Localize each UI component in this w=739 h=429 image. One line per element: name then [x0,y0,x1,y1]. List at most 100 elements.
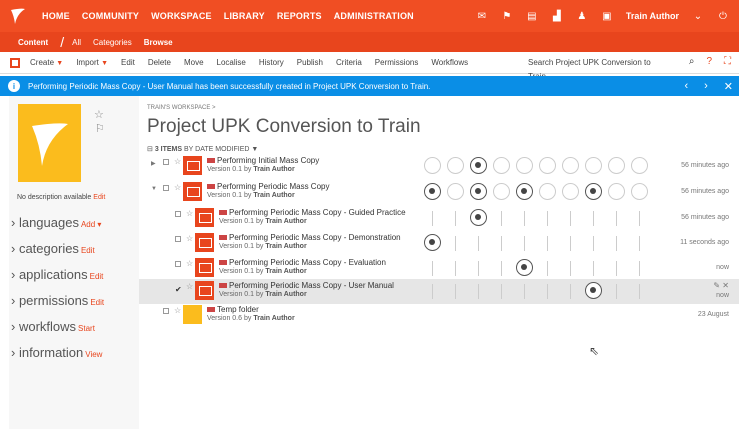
collapse-icon[interactable]: ▼ [151,186,157,192]
eye-icon[interactable] [424,157,441,174]
user-name[interactable]: Train Author [626,11,679,21]
target-icon[interactable] [470,157,487,174]
nav-workspace[interactable]: WORKSPACE [145,11,218,21]
list-item[interactable]: ☆ Performing Periodic Mass Copy - Guided… [139,206,739,231]
star-icon[interactable]: ☆ [186,234,193,243]
languages-add-link[interactable]: Add ▾ [81,220,101,229]
book-icon[interactable] [493,183,510,200]
item-name[interactable]: Performing Periodic Mass Copy - Guided P… [219,208,406,217]
nav-community[interactable]: COMMUNITY [76,11,145,21]
localise-button[interactable]: Localise [217,58,246,67]
target-icon[interactable] [470,209,487,226]
clock-icon[interactable] [562,157,579,174]
star-icon[interactable]: ☆ [186,209,193,218]
content-link[interactable]: Content [18,38,48,47]
item-name[interactable]: Performing Periodic Mass Copy - User Man… [219,281,394,290]
item-name[interactable]: Performing Initial Mass Copy [207,156,319,165]
hand-icon[interactable] [447,157,464,174]
star-icon[interactable]: ☆ [174,306,181,315]
star-icon[interactable]: ☆ [174,183,181,192]
hand-icon[interactable] [447,183,464,200]
breadcrumb[interactable]: TRAIN'S WORKSPACE > [147,105,216,111]
chart-icon[interactable]: ▟ [551,10,563,22]
star-icon[interactable]: ☆ [94,108,104,121]
eye-icon[interactable] [424,183,441,200]
nav-administration[interactable]: ADMINISTRATION [328,11,420,21]
checked-icon[interactable]: ✔ [175,285,182,294]
edit-button[interactable]: Edit [121,58,135,67]
categories-edit-link[interactable]: Edit [81,246,95,255]
delete-button[interactable]: Delete [148,58,171,67]
row-checkbox[interactable] [163,185,169,191]
categories-link[interactable]: Categories [93,38,132,47]
book-icon[interactable] [493,157,510,174]
star-icon[interactable]: ☆ [186,282,193,291]
list-item[interactable]: ▶ ☆ Performing Initial Mass Copy Version… [139,154,739,179]
all-link[interactable]: All [72,38,81,47]
search-input[interactable]: Search Project UPK Conversion to Train [528,56,668,81]
panel-toggle-icon[interactable] [10,57,20,68]
clock-icon[interactable] [562,183,579,200]
help-icon[interactable]: ? [706,56,712,67]
criteria-button[interactable]: Criteria [336,58,362,67]
item-name[interactable]: Temp folder [207,305,259,314]
information-view-link[interactable]: View [85,350,102,359]
permissions-button[interactable]: Permissions [375,58,419,67]
flask-icon[interactable] [539,183,556,200]
document-icon[interactable]: ▤ [526,10,538,22]
star-icon[interactable]: ☆ [174,157,181,166]
row-checkbox[interactable] [163,159,169,165]
manual-icon[interactable] [585,282,602,299]
grid-icon[interactable] [585,157,602,174]
row-checkbox[interactable] [163,308,169,314]
browse-link[interactable]: Browse [144,38,173,47]
close-icon[interactable]: ✕ [724,80,733,93]
item-name[interactable]: Performing Periodic Mass Copy - Evaluati… [219,258,386,267]
flag-icon[interactable]: ⚑ [501,10,513,22]
delete-icon[interactable]: ✕ [722,281,729,290]
star-icon[interactable]: ☆ [186,259,193,268]
applications-edit-link[interactable]: Edit [90,272,104,281]
row-checkbox[interactable] [175,236,181,242]
list-item[interactable]: ☆ Performing Periodic Mass Copy - Evalua… [139,256,739,281]
eye-icon[interactable] [424,234,441,251]
chevron-down-icon[interactable]: ⌄ [692,10,704,22]
description-edit-link[interactable]: Edit [93,194,105,201]
history-button[interactable]: History [259,58,284,67]
language-flag-icon[interactable]: ▣ [601,10,613,22]
user-status-icon[interactable]: ♟ [576,10,588,22]
list-item[interactable]: ▼ ☆ Performing Periodic Mass Copy Versio… [139,180,739,205]
row-checkbox[interactable] [175,261,181,267]
row-checkbox[interactable] [175,211,181,217]
mail-icon[interactable]: ✉ [476,10,488,22]
move-button[interactable]: Move [184,58,204,67]
workflows-button[interactable]: Workflows [431,58,468,67]
next-arrow-icon[interactable]: › [704,80,708,93]
nav-home[interactable]: HOME [36,11,76,21]
expand-icon[interactable]: ▶ [151,160,156,167]
list-item-selected[interactable]: ✔ ☆ Performing Periodic Mass Copy - User… [139,279,739,304]
nav-library[interactable]: LIBRARY [218,11,271,21]
list-icon[interactable] [608,157,625,174]
power-icon[interactable]: ⏻ [717,10,729,22]
item-name[interactable]: Performing Periodic Mass Copy - Demonstr… [219,233,401,242]
item-count[interactable]: ⊟ 3 ITEMS BY DATE MODIFIED ▼ [147,145,258,153]
list-item[interactable]: ☆ Performing Periodic Mass Copy - Demons… [139,231,739,256]
search-icon[interactable]: ⌕ [689,56,695,67]
import-button[interactable]: Import ▼ [76,58,108,67]
cap-icon[interactable] [516,259,533,276]
cap-icon[interactable] [516,157,533,174]
publish-button[interactable]: Publish [297,58,323,67]
manual-icon[interactable] [585,183,602,200]
cap-icon[interactable] [516,183,533,200]
expand-icon[interactable]: ⛶ [724,56,731,67]
workflows-start-link[interactable]: Start [78,324,95,333]
flask-icon[interactable] [539,157,556,174]
nav-reports[interactable]: REPORTS [271,11,328,21]
edit-pencil-icon[interactable]: ✎ [713,281,720,290]
permissions-edit-link[interactable]: Edit [90,298,104,307]
list-item[interactable]: ☆ Temp folder Version 0.6 by Train Autho… [139,303,739,328]
item-name[interactable]: Performing Periodic Mass Copy [207,182,329,191]
prev-arrow-icon[interactable]: ‹ [684,80,688,93]
manual-icon[interactable] [631,157,648,174]
